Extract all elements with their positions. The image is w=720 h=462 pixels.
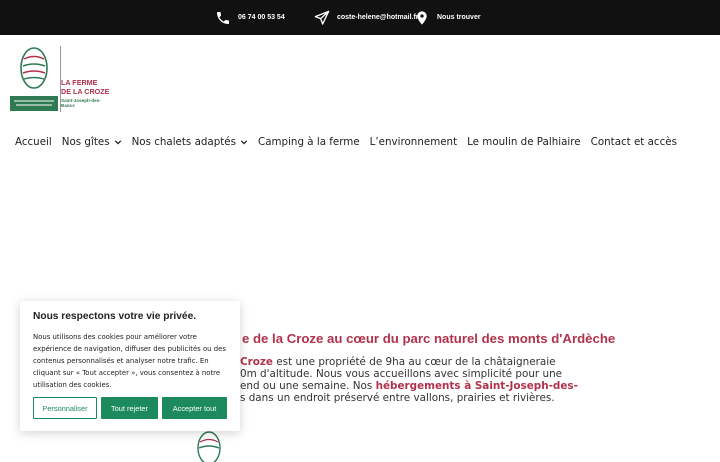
parc-naturel-badge-icon [197, 431, 221, 462]
intro-line-1-text: est une propriété de 9ha au cœur de la c… [272, 356, 556, 368]
phone-number: 06 74 00 53 54 [238, 14, 285, 21]
logo-title-line2: DE LA CROZE [61, 87, 110, 96]
top-contact-bar: 06 74 00 53 54 coste-helene@hotmail.fr N… [0, 0, 720, 35]
intro-line-3: end ou une semaine. Nos hébergements à S… [240, 380, 578, 392]
intro-line-3-text: end ou une semaine. Nos [240, 380, 376, 392]
nav-item-moulin[interactable]: Le moulin de Palhiaire [467, 136, 581, 148]
cookie-title: Nous respectons votre vie privée. [33, 311, 197, 322]
nav-item-label: Le moulin de Palhiaire [467, 136, 581, 148]
page-headline: e de la Croze au cœur du parc naturel de… [242, 331, 616, 346]
logo-title-line1: LA FERME [61, 78, 98, 87]
map-pin-icon [417, 10, 427, 25]
intro-line-2: 0m d'altitude. Nous vous accueillons ave… [240, 368, 563, 380]
site-logo[interactable]: LA FERME DE LA CROZE Saint-Joseph-des-Ba… [10, 44, 114, 114]
cookie-consent-dialog: Nous respectons votre vie privée. Nous u… [20, 301, 240, 431]
accept-all-button[interactable]: Accepter tout [162, 397, 227, 419]
intro-line-4: s dans un endroit préservé entre vallons… [240, 392, 555, 404]
email-address: coste-helene@hotmail.fr [337, 14, 419, 21]
nav-item-nos-chalets[interactable]: Nos chalets adaptés [132, 136, 248, 148]
email-contact[interactable]: coste-helene@hotmail.fr [314, 0, 419, 35]
nav-item-label: Camping à la ferme [258, 136, 360, 148]
phone-contact[interactable]: 06 74 00 53 54 [215, 0, 285, 35]
nav-item-label: Nos chalets adaptés [131, 136, 236, 148]
nav-item-nos-gites[interactable]: Nos gîtes [62, 136, 122, 148]
intro-bold-croze: Croze [240, 356, 273, 368]
main-navigation: Accueil Nos gîtes Nos chalets adaptés Ca… [15, 136, 687, 148]
nav-item-label: Accueil [15, 136, 52, 148]
parc-naturel-badge-icon [10, 47, 58, 111]
cookie-description: Nous utilisons des cookies pour améliore… [33, 333, 226, 389]
nav-item-camping[interactable]: Camping à la ferme [258, 136, 360, 148]
nav-item-accueil[interactable]: Accueil [15, 136, 52, 148]
intro-line-1: Croze est une propriété de 9ha au cœur d… [240, 356, 556, 368]
nav-item-contact[interactable]: Contact et accès [591, 136, 677, 148]
customize-button[interactable]: Personnaliser [33, 397, 97, 419]
chevron-down-icon [114, 140, 121, 145]
nav-item-label: Contact et accès [590, 136, 677, 148]
nav-item-label: L’environnement [369, 136, 458, 148]
logo-subtitle: Saint-Joseph-des-Bancs [61, 98, 101, 108]
reject-all-button[interactable]: Tout rejeter [101, 397, 158, 419]
location-label: Nous trouver [437, 14, 481, 21]
nav-item-label: Nos gîtes [61, 136, 110, 148]
chevron-down-icon [240, 140, 248, 145]
intro-bold-hebergements[interactable]: hébergements à Saint-Joseph-des- [376, 380, 578, 392]
location-link[interactable]: Nous trouver [414, 0, 481, 35]
phone-icon [217, 11, 229, 24]
nav-item-environnement[interactable]: L’environnement [370, 136, 457, 148]
paper-plane-icon [314, 10, 330, 25]
